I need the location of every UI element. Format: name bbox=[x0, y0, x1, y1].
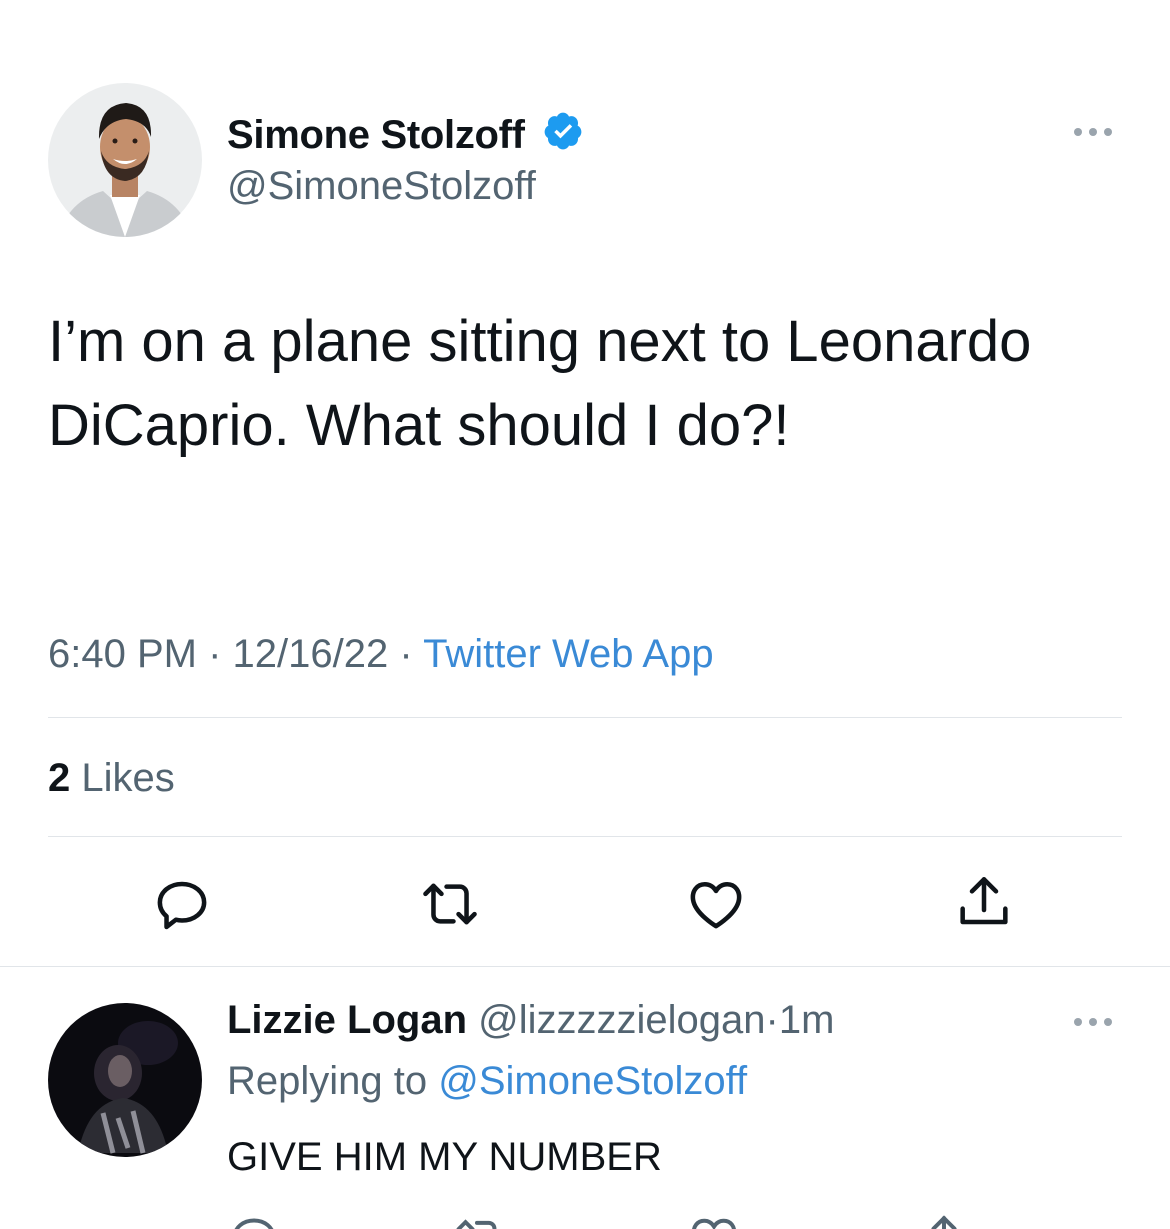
meta-separator: · bbox=[399, 632, 413, 676]
reply-author-avatar[interactable] bbox=[48, 1003, 202, 1157]
tweet-time[interactable]: 6:40 PM bbox=[48, 632, 197, 676]
meta-separator: · bbox=[208, 632, 222, 676]
likes-label: Likes bbox=[81, 756, 175, 800]
author-avatar[interactable] bbox=[48, 83, 202, 237]
reply-icon[interactable] bbox=[150, 872, 214, 936]
reply-retweet-icon[interactable] bbox=[452, 1210, 508, 1229]
reply-text: GIVE HIM MY NUMBER bbox=[227, 1135, 662, 1179]
retweet-icon[interactable] bbox=[418, 872, 482, 936]
reply-separator: · bbox=[765, 998, 779, 1042]
author-name-row[interactable]: Simone Stolzoff bbox=[227, 110, 584, 162]
reply-reply-icon[interactable] bbox=[226, 1210, 282, 1229]
reply-time[interactable]: 1m bbox=[779, 998, 835, 1042]
replying-to-handle[interactable]: @SimoneStolzoff bbox=[438, 1059, 747, 1103]
tweet-date[interactable]: 12/16/22 bbox=[233, 632, 389, 676]
share-icon[interactable] bbox=[952, 870, 1016, 934]
replying-to-prefix: Replying to bbox=[227, 1059, 428, 1103]
author-handle[interactable]: @SimoneStolzoff bbox=[227, 164, 536, 209]
reply-header: Lizzie Logan @lizzzzzielogan·1m bbox=[227, 998, 834, 1043]
man-smiling-avatar-image bbox=[48, 83, 202, 237]
replying-to-line: Replying to @SimoneStolzoff bbox=[227, 1059, 747, 1104]
reply-author-handle[interactable]: @lizzzzzielogan bbox=[478, 998, 765, 1042]
reply-share-icon[interactable] bbox=[916, 1210, 972, 1229]
reply-more-options-icon[interactable] bbox=[1074, 1018, 1112, 1026]
likes-count-link[interactable]: 2 Likes bbox=[48, 756, 175, 801]
section-divider bbox=[0, 966, 1170, 967]
like-icon[interactable] bbox=[684, 872, 748, 936]
dark-photo-avatar-image bbox=[48, 1003, 202, 1157]
tweet-metadata: 6:40 PM · 12/16/22 · Twitter Web App bbox=[48, 632, 714, 677]
tweet-text: I’m on a plane sitting next to Leonardo … bbox=[48, 309, 1032, 458]
author-name[interactable]: Simone Stolzoff bbox=[227, 113, 525, 157]
tweet-source-link[interactable]: Twitter Web App bbox=[423, 632, 714, 676]
reply-like-icon[interactable] bbox=[686, 1210, 742, 1229]
reply-author-name[interactable]: Lizzie Logan bbox=[227, 998, 467, 1042]
divider bbox=[48, 717, 1122, 718]
more-options-icon[interactable] bbox=[1074, 128, 1112, 136]
divider bbox=[48, 836, 1122, 837]
likes-count: 2 bbox=[48, 756, 71, 800]
verified-badge-icon bbox=[542, 110, 584, 162]
